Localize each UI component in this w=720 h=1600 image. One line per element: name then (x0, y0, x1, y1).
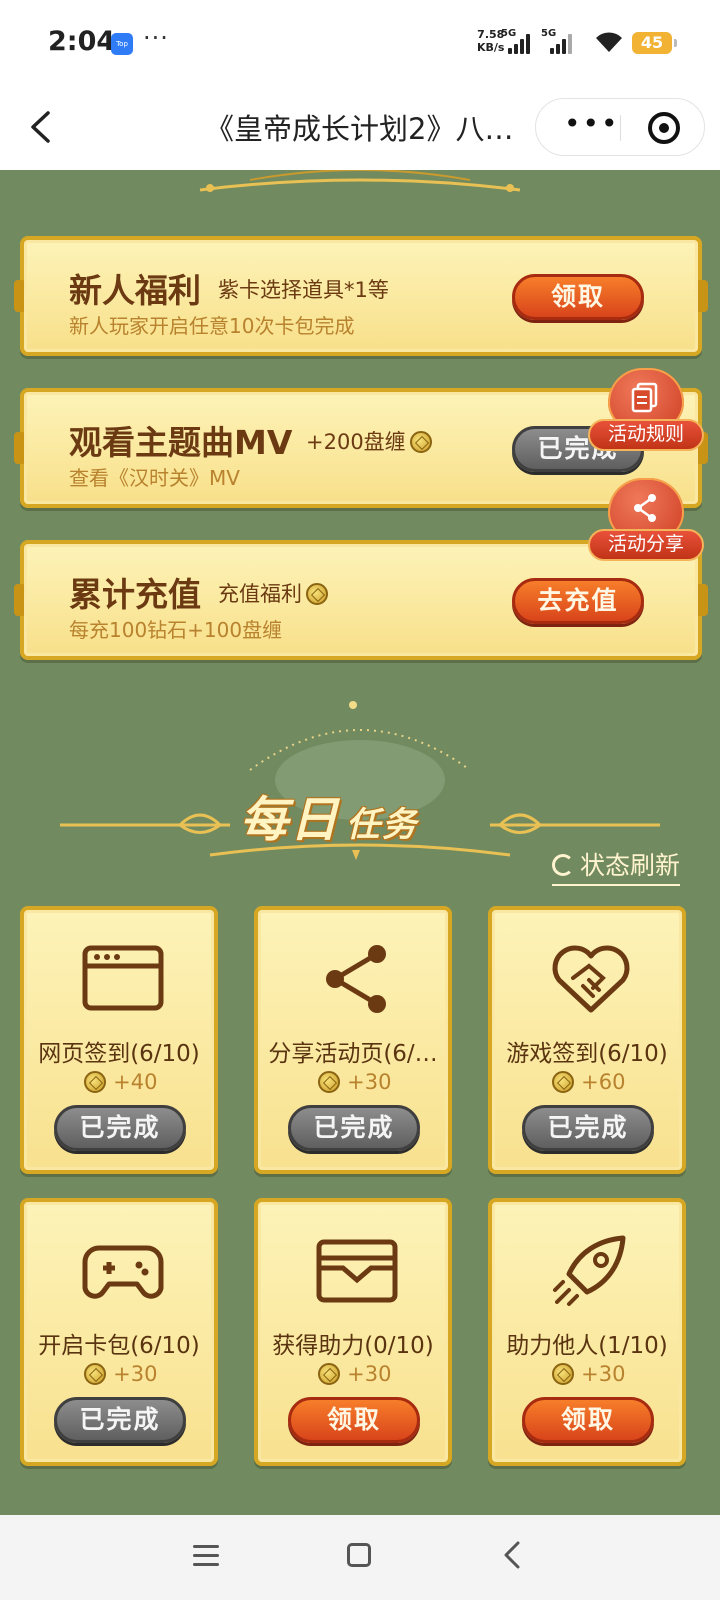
task-description: 新人玩家开启任意10次卡包完成 (69, 314, 355, 338)
refresh-label: 状态刷新 (580, 851, 681, 880)
completed-button[interactable]: 已完成 (54, 1105, 186, 1151)
task-reward: +30 (258, 1070, 448, 1094)
handshake-heart-icon (552, 945, 630, 1013)
wifi-icon (596, 32, 622, 52)
activity-rules-label: 活动规则 (588, 419, 704, 451)
coin-icon (552, 1071, 575, 1093)
status-time: 2:04 (48, 26, 116, 57)
task-reward-text: 充值福利 (218, 582, 302, 606)
activity-share-label: 活动分享 (588, 529, 704, 561)
coin-icon (318, 1363, 341, 1385)
task-description: 查看《汉时关》MV (69, 466, 240, 490)
daily-task-web-checkin: 网页签到(6/10) +40 已完成 (20, 906, 218, 1174)
content-area: 新人福利 紫卡选择道具*1等 新人玩家开启任意10次卡包完成 领取 观看主题曲M… (0, 170, 720, 1515)
claim-button[interactable]: 领取 (512, 274, 644, 320)
coin-icon (306, 583, 328, 605)
daily-tasks-title: 每日 任务 (240, 780, 418, 850)
signal-icon-2 (550, 34, 576, 54)
task-label: 游戏签到(6/10) (506, 1041, 668, 1067)
task-label: 助力他人(1/10) (506, 1333, 668, 1359)
home-icon[interactable] (347, 1543, 371, 1567)
daily-task-open-pack: 开启卡包(6/10) +30 已完成 (20, 1198, 218, 1466)
task-label: 网页签到(6/10) (38, 1041, 200, 1067)
document-icon (631, 382, 658, 413)
task-reward: +30 (492, 1362, 682, 1386)
coin-icon (552, 1363, 575, 1385)
task-reward: +30 (24, 1362, 214, 1386)
coin-icon (318, 1071, 341, 1093)
task-title: 累计充值 (69, 575, 201, 614)
browser-icon (82, 945, 164, 1011)
more-options-icon[interactable]: ••• (564, 107, 620, 140)
recharge-button[interactable]: 去充值 (512, 578, 644, 624)
status-bar: 2:04 Top ··· 7.58 KB/s 5G 5G 45 (0, 0, 720, 84)
close-miniapp-icon[interactable] (648, 112, 680, 144)
daily-task-get-boost: 获得助力(0/10) +30 领取 (254, 1198, 452, 1466)
task-reward: +40 (24, 1070, 214, 1094)
network-speed-unit: KB/s (477, 41, 505, 54)
task-reward-value: +40 (113, 1070, 158, 1094)
activity-rules-button[interactable]: 活动规则 (588, 368, 704, 458)
recent-apps-icon[interactable] (193, 1543, 219, 1567)
task-reward: 充值福利 (218, 578, 328, 608)
daily-task-help-others: 助力他人(1/10) +30 领取 (488, 1198, 686, 1466)
share-icon (634, 494, 656, 522)
back-icon[interactable] (26, 110, 56, 144)
task-reward: +30 (258, 1362, 448, 1386)
welfare-task-newbie: 新人福利 紫卡选择道具*1等 新人玩家开启任意10次卡包完成 领取 (14, 236, 708, 356)
task-reward: +200盘缠 (306, 426, 432, 456)
completed-button[interactable]: 已完成 (54, 1397, 186, 1443)
task-reward: +60 (492, 1070, 682, 1094)
task-reward-value: +30 (347, 1362, 392, 1386)
task-reward-value: +60 (581, 1070, 626, 1094)
daily-title-sub: 任务 (346, 805, 419, 845)
task-title: 新人福利 (69, 271, 201, 310)
daily-task-share-page: 分享活动页(6/… +30 已完成 (254, 906, 452, 1174)
app-notification-icon: Top (111, 33, 133, 55)
daily-task-game-checkin: 游戏签到(6/10) +60 已完成 (488, 906, 686, 1174)
task-reward: 紫卡选择道具*1等 (218, 278, 389, 302)
task-reward-text: +200盘缠 (306, 430, 406, 454)
signal-icon (508, 34, 534, 54)
completed-button[interactable]: 已完成 (288, 1105, 420, 1151)
completed-button[interactable]: 已完成 (522, 1105, 654, 1151)
task-title: 观看主题曲MV (69, 423, 293, 462)
miniapp-capsule: ••• (535, 98, 705, 156)
system-nav-bar (0, 1515, 720, 1600)
capsule-divider (620, 115, 621, 141)
task-label: 开启卡包(6/10) (38, 1333, 200, 1359)
rocket-icon (553, 1235, 626, 1306)
claim-button[interactable]: 领取 (522, 1397, 654, 1443)
task-label: 分享活动页(6/… (268, 1041, 438, 1067)
more-notifications-icon: ··· (143, 24, 169, 52)
gamepad-icon (82, 1245, 164, 1299)
coin-icon (84, 1071, 107, 1093)
task-reward-value: +30 (581, 1362, 626, 1386)
section-banner-ornament (199, 170, 521, 192)
task-reward-value: +30 (113, 1362, 158, 1386)
task-label: 获得助力(0/10) (272, 1333, 434, 1359)
refresh-icon (552, 854, 574, 876)
battery-icon: 45 (632, 32, 677, 54)
system-back-icon[interactable] (500, 1539, 524, 1571)
task-description: 每充100钻石+100盘缠 (69, 618, 283, 642)
task-reward-value: +30 (347, 1070, 392, 1094)
refresh-status-button[interactable]: 状态刷新 (552, 846, 681, 886)
share-icon (326, 945, 386, 1013)
coin-icon (84, 1363, 107, 1385)
activity-share-button[interactable]: 活动分享 (588, 478, 704, 568)
coin-icon (409, 431, 432, 453)
page-title: 《皇帝成长计划2》八… (205, 112, 514, 146)
claim-button[interactable]: 领取 (288, 1397, 420, 1443)
wallet-icon (316, 1239, 398, 1303)
daily-title-main: 每日 (240, 792, 341, 848)
title-bar: 《皇帝成长计划2》八… ••• (0, 84, 720, 170)
